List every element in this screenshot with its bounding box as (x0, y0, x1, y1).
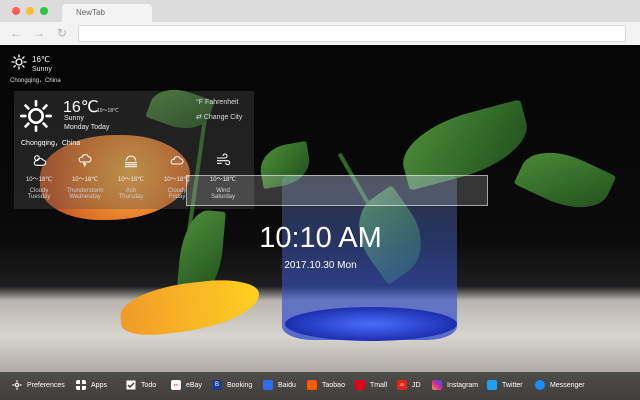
browser-chrome: NewTab ← → ↻ (0, 0, 640, 45)
tab-title: NewTab (76, 8, 105, 17)
ebay-link[interactable]: eb eBay (171, 379, 202, 391)
small-weather-temperature: 16℃ (32, 55, 50, 64)
instagram-icon (432, 380, 442, 390)
forecast-day: 10～18℃ Ash Thursday (108, 152, 154, 200)
sun-icon (20, 100, 52, 132)
taobao-icon (307, 380, 317, 390)
forecast-range: 10～18℃ (71, 177, 99, 183)
tab-strip: NewTab (0, 0, 640, 22)
booking-icon: B (212, 380, 222, 390)
twitter-icon (487, 380, 497, 390)
forecast-range: 10～18℃ (117, 177, 145, 183)
forward-arrow-icon[interactable]: → (33, 27, 45, 39)
instagram-label: Instagram (447, 381, 479, 389)
baidu-icon (263, 380, 273, 390)
todo-label: Todo (141, 381, 157, 389)
close-window-button[interactable] (12, 7, 20, 15)
address-bar[interactable] (78, 25, 626, 42)
tmall-label: Tmall (370, 381, 388, 389)
clock-date: 2017.10.30 Mon (284, 260, 357, 271)
messenger-label: Messenger (550, 381, 585, 389)
forecast-day: 10～18℃ Thunderstorm Wednesday (62, 152, 108, 200)
ash-icon (125, 155, 137, 168)
browser-toolbar: ← → ↻ (0, 22, 640, 45)
wind-icon (217, 153, 231, 166)
thunderstorm-icon (78, 154, 92, 167)
baidu-label: Baidu (278, 381, 296, 389)
weather-city: Chongqing，China (21, 140, 81, 147)
messenger-icon (535, 380, 545, 390)
forecast-range: 10～18℃ (25, 177, 53, 183)
forecast-day-name: Tuesday (27, 194, 51, 200)
messenger-link[interactable]: Messenger (535, 379, 585, 391)
small-weather-description: Sunny (32, 66, 52, 73)
leaf-decoration (513, 138, 617, 222)
fahrenheit-toggle[interactable]: °F Fahrenheit (196, 99, 239, 106)
apps-label: Apps (91, 381, 107, 389)
maximize-window-button[interactable] (40, 7, 48, 15)
weather-description: Sunny (64, 115, 84, 122)
change-city-label: Change City (203, 114, 243, 121)
taobao-link[interactable]: Taobao (307, 379, 345, 391)
preferences-label: Preferences (27, 381, 65, 389)
clock-time: 10:10 AM (259, 222, 382, 254)
tmall-icon (355, 380, 365, 390)
cloudy-sun-icon (33, 155, 47, 166)
weather-temperature-range: 10～18℃ (97, 108, 119, 114)
booking-label: Booking (227, 381, 253, 389)
reload-icon[interactable]: ↻ (56, 27, 68, 39)
small-weather-city: Chongqing，China (10, 78, 61, 84)
petal-decoration (117, 275, 263, 339)
search-input[interactable] (186, 175, 488, 206)
glass-base-decoration (285, 307, 457, 341)
forecast-day-name: Thursday (118, 194, 144, 200)
taobao-label: Taobao (322, 381, 345, 389)
sun-icon[interactable] (11, 54, 27, 70)
instagram-link[interactable]: Instagram (432, 379, 478, 391)
twitter-label: Twitter (502, 381, 523, 389)
fahrenheit-icon: °F (196, 99, 204, 106)
baidu-link[interactable]: Baidu (263, 379, 296, 391)
minimize-window-button[interactable] (26, 7, 34, 15)
forecast-day: 10～18℃ Cloudy Tuesday (16, 152, 62, 200)
jd-label: JD (412, 381, 421, 389)
change-city-link[interactable]: ⇄ Change City (196, 113, 242, 121)
grid-icon (76, 380, 86, 390)
ebay-icon: eb (171, 380, 181, 390)
fahrenheit-label: Fahrenheit (205, 99, 239, 106)
weather-temperature: 16℃ (63, 99, 99, 116)
back-arrow-icon[interactable]: ← (10, 27, 22, 39)
swap-icon: ⇄ (196, 114, 202, 121)
cloud-icon (170, 156, 184, 165)
tmall-link[interactable]: Tmall (355, 379, 387, 391)
weather-day: Monday Today (64, 124, 110, 131)
apps-button[interactable]: Apps (76, 379, 107, 391)
preferences-button[interactable]: Preferences (12, 379, 65, 391)
forecast-day-name: Wednesday (69, 194, 101, 200)
browser-tab[interactable]: NewTab (62, 4, 152, 22)
ebay-label: eBay (186, 381, 202, 389)
gear-icon (12, 380, 22, 390)
twitter-link[interactable]: Twitter (487, 379, 523, 391)
checkbox-icon (126, 380, 136, 390)
jd-link[interactable]: JD JD (397, 379, 421, 391)
booking-link[interactable]: B Booking (212, 379, 252, 391)
jd-icon: JD (397, 380, 407, 390)
todo-button[interactable]: Todo (126, 379, 156, 391)
